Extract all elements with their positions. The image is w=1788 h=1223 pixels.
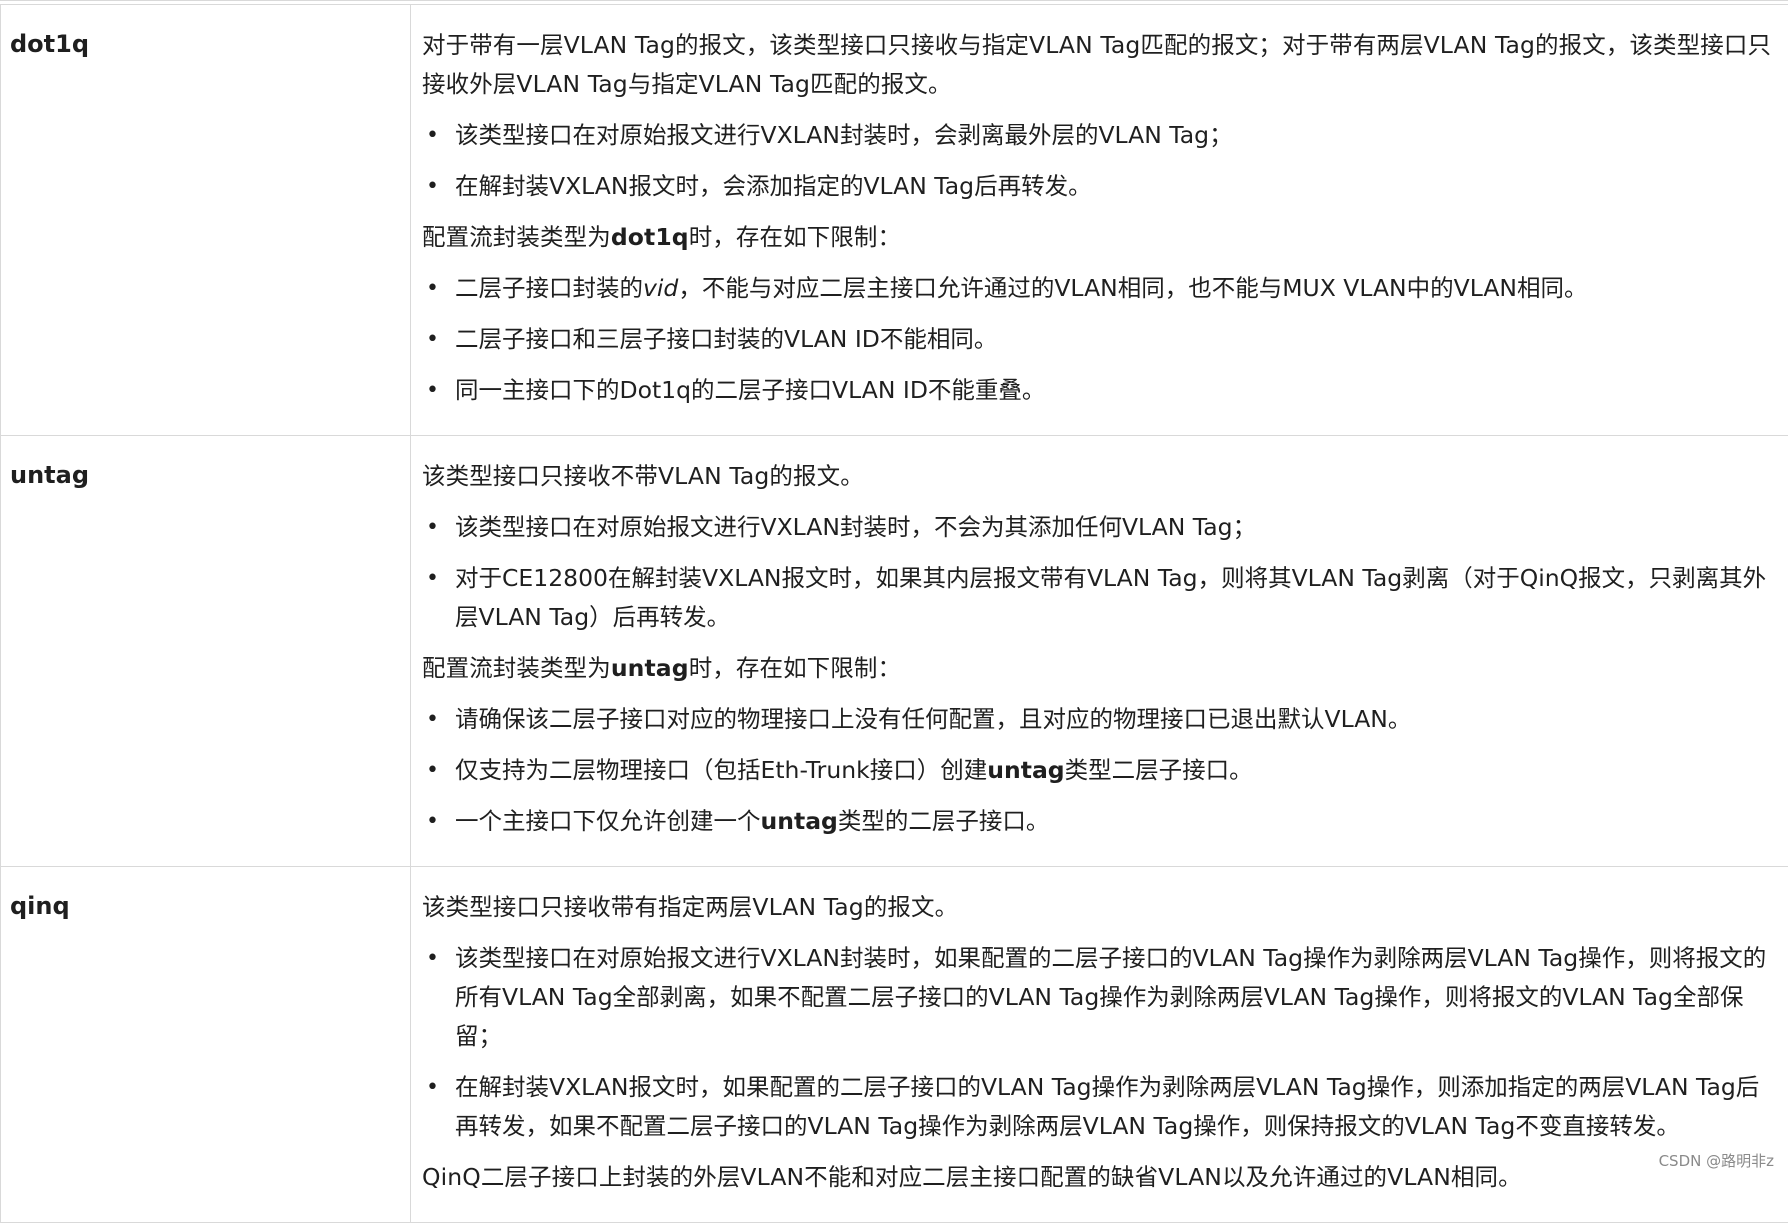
text-run: 对于带有一层VLAN Tag的报文，该类型接口只接收与指定VLAN Tag匹配的…: [422, 31, 1771, 98]
text-run: 同一主接口下的Dot1q的二层子接口VLAN ID不能重叠。: [455, 376, 1045, 404]
text-run: 在解封装VXLAN报文时，会添加指定的VLAN Tag后再转发。: [455, 172, 1092, 200]
description-cell: 对于带有一层VLAN Tag的报文，该类型接口只接收与指定VLAN Tag匹配的…: [411, 5, 1788, 436]
bullet-item: • 仅支持为二层物理接口（包括Eth-Trunk接口）创建untag类型二层子接口…: [422, 751, 1777, 790]
table-body: dot1q 对于带有一层VLAN Tag的报文，该类型接口只接收与指定VLAN T…: [1, 5, 1788, 1223]
text-run: 时，存在如下限制：: [689, 654, 901, 682]
text-run: 类型二层子接口。: [1065, 756, 1253, 784]
bullet-dot-icon: •: [426, 116, 446, 155]
paragraph: 配置流封装类型为untag时，存在如下限制：: [422, 649, 1777, 688]
bullet-dot-icon: •: [426, 802, 446, 841]
text-run: 类型的二层子接口。: [838, 807, 1050, 835]
text-run: 该类型接口只接收带有指定两层VLAN Tag的报文。: [422, 893, 958, 921]
text-run: 一个主接口下仅允许创建一个: [455, 807, 761, 835]
text-run: 该类型接口只接收不带VLAN Tag的报文。: [422, 462, 864, 490]
bullet-item: • 二层子接口封装的vid，不能与对应二层主接口允许通过的VLAN相同，也不能与M…: [422, 269, 1777, 308]
table-row: dot1q 对于带有一层VLAN Tag的报文，该类型接口只接收与指定VLAN T…: [1, 5, 1788, 436]
type-name-cell: untag: [1, 436, 411, 867]
paragraph: 该类型接口只接收带有指定两层VLAN Tag的报文。: [422, 888, 1777, 927]
type-name: dot1q: [10, 30, 89, 58]
bullet-item: • 二层子接口和三层子接口封装的VLAN ID不能相同。: [422, 320, 1777, 359]
type-name: qinq: [10, 892, 70, 920]
text-run: QinQ二层子接口上封装的外层VLAN不能和对应二层主接口配置的缺省VLAN以及…: [422, 1163, 1522, 1191]
bullet-item: •该类型接口在对原始报文进行VXLAN封装时，如果配置的二层子接口的VLAN T…: [422, 939, 1777, 1056]
bullet-dot-icon: •: [426, 559, 446, 598]
text-run: 请确保该二层子接口对应的物理接口上没有任何配置，且对应的物理接口已退出默认VLA…: [455, 705, 1411, 733]
paragraph: QinQ二层子接口上封装的外层VLAN不能和对应二层主接口配置的缺省VLAN以及…: [422, 1158, 1777, 1197]
bullet-dot-icon: •: [426, 320, 446, 359]
description-cell: 该类型接口只接收不带VLAN Tag的报文。 • 该类型接口在对原始报文进行VXLA…: [411, 436, 1788, 867]
text-run: 配置流封装类型为: [422, 654, 611, 682]
bold-text: untag: [611, 654, 689, 682]
bullet-dot-icon: •: [426, 700, 446, 739]
paragraph: 对于带有一层VLAN Tag的报文，该类型接口只接收与指定VLAN Tag匹配的…: [422, 26, 1777, 104]
text-run: 时，存在如下限制：: [689, 223, 901, 251]
table-row: qinq 该类型接口只接收带有指定两层VLAN Tag的报文。 •该类型接口在对原始…: [1, 867, 1788, 1223]
text-run: 二层子接口封装的: [455, 274, 643, 302]
bold-text: untag: [987, 756, 1064, 784]
bullet-item: • 请确保该二层子接口对应的物理接口上没有任何配置，且对应的物理接口已退出默认VL…: [422, 700, 1777, 739]
italic-text: vid: [643, 274, 678, 302]
watermark: CSDN @路明非z: [1659, 1150, 1774, 1171]
encapsulation-type-table: dot1q 对于带有一层VLAN Tag的报文，该类型接口只接收与指定VLAN T…: [0, 4, 1788, 1223]
type-name-cell: qinq: [1, 867, 411, 1223]
text-run: 二层子接口和三层子接口封装的VLAN ID不能相同。: [455, 325, 997, 353]
bullet-dot-icon: •: [426, 371, 446, 410]
text-run: 配置流封装类型为: [422, 223, 611, 251]
bullet-dot-icon: •: [426, 939, 446, 978]
text-run: 该类型接口在对原始报文进行VXLAN封装时，会剥离最外层的VLAN Tag；: [455, 121, 1233, 149]
bullet-dot-icon: •: [426, 1068, 446, 1107]
text-run: 该类型接口在对原始报文进行VXLAN封装时，如果配置的二层子接口的VLAN Ta…: [455, 944, 1766, 1050]
text-run: 该类型接口在对原始报文进行VXLAN封装时，不会为其添加任何VLAN Tag；: [455, 513, 1256, 541]
bullet-item: • 该类型接口在对原始报文进行VXLAN封装时，会剥离最外层的VLAN Tag；: [422, 116, 1777, 155]
bullet-item: • 该类型接口在对原始报文进行VXLAN封装时，不会为其添加任何VLAN Tag；: [422, 508, 1777, 547]
bullet-item: •对于CE12800在解封装VXLAN报文时，如果其内层报文带有VLAN Tag…: [422, 559, 1777, 637]
bullet-dot-icon: •: [426, 751, 446, 790]
text-run: 仅支持为二层物理接口（包括Eth-Trunk接口）创建: [455, 756, 987, 784]
bullet-dot-icon: •: [426, 269, 446, 308]
text-run: ，不能与对应二层主接口允许通过的VLAN相同，也不能与MUX VLAN中的VLA…: [678, 274, 1587, 302]
paragraph: 配置流封装类型为dot1q时，存在如下限制：: [422, 218, 1777, 257]
description-cell: 该类型接口只接收带有指定两层VLAN Tag的报文。 •该类型接口在对原始报文进行…: [411, 867, 1788, 1223]
bullet-item: • 同一主接口下的Dot1q的二层子接口VLAN ID不能重叠。: [422, 371, 1777, 410]
type-name-cell: dot1q: [1, 5, 411, 436]
bullet-dot-icon: •: [426, 167, 446, 206]
type-name: untag: [10, 461, 89, 489]
bullet-item: • 在解封装VXLAN报文时，会添加指定的VLAN Tag后再转发。: [422, 167, 1777, 206]
bullet-item: • 一个主接口下仅允许创建一个untag类型的二层子接口。: [422, 802, 1777, 841]
bold-text: dot1q: [611, 223, 689, 251]
bullet-item: •在解封装VXLAN报文时，如果配置的二层子接口的VLAN Tag操作为剥除两层…: [422, 1068, 1777, 1146]
table-row: untag 该类型接口只接收不带VLAN Tag的报文。 • 该类型接口在对原始报文进…: [1, 436, 1788, 867]
text-run: 对于CE12800在解封装VXLAN报文时，如果其内层报文带有VLAN Tag，…: [455, 564, 1766, 631]
text-run: 在解封装VXLAN报文时，如果配置的二层子接口的VLAN Tag操作为剥除两层V…: [455, 1073, 1759, 1140]
bold-text: untag: [761, 807, 838, 835]
paragraph: 该类型接口只接收不带VLAN Tag的报文。: [422, 457, 1777, 496]
bullet-dot-icon: •: [426, 508, 446, 547]
